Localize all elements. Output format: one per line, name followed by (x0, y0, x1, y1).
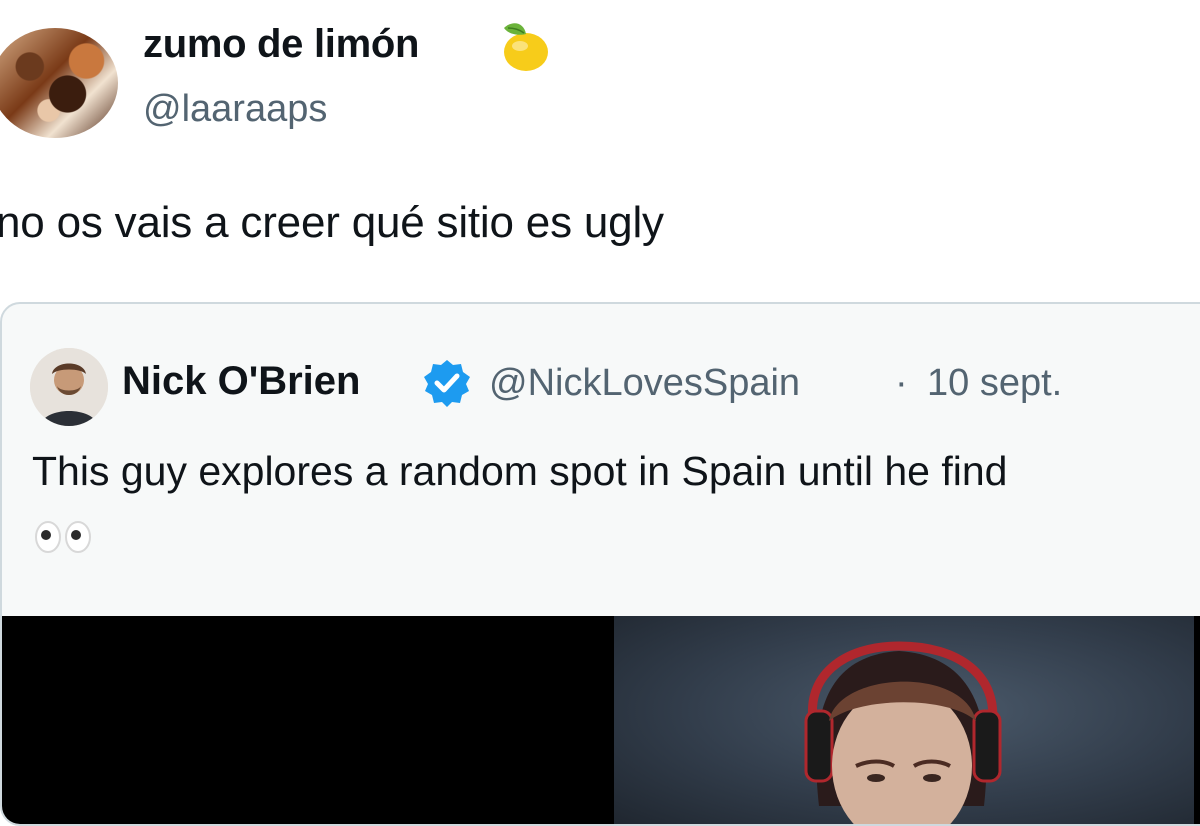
quoted-author-avatar[interactable] (30, 348, 108, 426)
tweet-text: no os vais a creer qué sitio es ugly (0, 198, 664, 247)
author-display-name[interactable]: zumo de limón (143, 22, 419, 67)
quoted-tweet-card[interactable]: Nick O'Brien @NickLovesSpain · 10 sept. … (0, 302, 1200, 826)
author-handle[interactable]: @laaraaps (143, 88, 327, 131)
media-video[interactable] (2, 616, 1200, 824)
streamer-figure (804, 641, 1002, 824)
eyes-icon (35, 521, 91, 553)
author-avatar[interactable] (0, 28, 118, 138)
quoted-separator: · (895, 362, 908, 404)
verified-badge-icon (424, 360, 470, 407)
lemon-icon (504, 23, 548, 71)
quoted-handle[interactable]: @NickLovesSpain (489, 362, 800, 405)
quoted-tweet-text: This guy explores a random spot in Spain… (32, 448, 1008, 494)
video-frame (614, 616, 1194, 824)
quoted-display-name[interactable]: Nick O'Brien (122, 359, 360, 404)
quoted-date[interactable]: 10 sept. (927, 362, 1062, 405)
